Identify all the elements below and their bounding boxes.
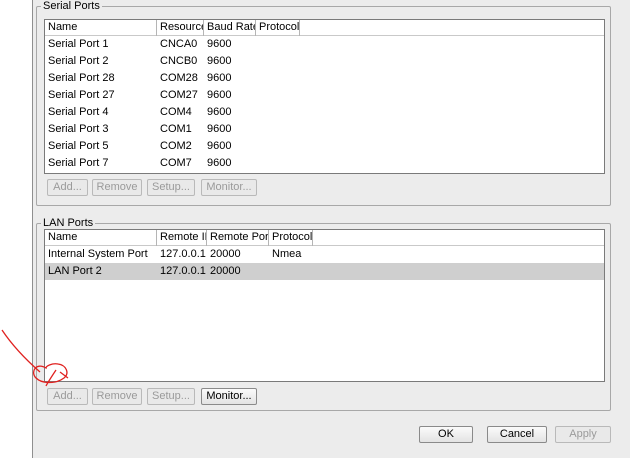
lan-ports-list[interactable]: Name Remote IP Remote Port Protocol Inte… bbox=[44, 229, 605, 382]
lan-monitor-button[interactable]: Monitor... bbox=[201, 388, 257, 405]
column-header-baud-rate[interactable]: Baud Rate bbox=[204, 20, 256, 36]
cell-protocol bbox=[256, 53, 300, 70]
table-row[interactable]: Serial Port 7 COM7 9600 bbox=[45, 155, 604, 172]
ports-dialog: Serial Ports Name Resource Baud Rate Pro… bbox=[32, 0, 630, 458]
column-header-resource[interactable]: Resource bbox=[157, 20, 204, 36]
lan-setup-button[interactable]: Setup... bbox=[147, 388, 195, 405]
cell-name: Serial Port 28 bbox=[48, 72, 115, 84]
cell-baud-rate: 9600 bbox=[207, 157, 232, 169]
cell-baud-rate: 9600 bbox=[207, 140, 232, 152]
serial-setup-button[interactable]: Setup... bbox=[147, 179, 195, 196]
table-row[interactable]: Serial Port 27 COM27 9600 bbox=[45, 87, 604, 104]
table-row-selected[interactable]: LAN Port 2 127.0.0.1 20000 bbox=[45, 263, 604, 280]
cell-protocol bbox=[256, 104, 300, 121]
cell-name: Serial Port 7 bbox=[48, 157, 109, 169]
serial-ports-list[interactable]: Name Resource Baud Rate Protocol Serial … bbox=[44, 19, 605, 174]
table-row[interactable]: Serial Port 4 COM4 9600 bbox=[45, 104, 604, 121]
table-row[interactable]: Serial Port 3 COM1 9600 bbox=[45, 121, 604, 138]
cell-resource: COM1 bbox=[160, 123, 192, 135]
cell-name: Serial Port 2 bbox=[48, 55, 109, 67]
cell-resource: CNCB0 bbox=[160, 55, 198, 67]
column-header-name[interactable]: Name bbox=[45, 230, 157, 246]
cell-baud-rate: 9600 bbox=[207, 38, 232, 50]
cell-remote-ip: 127.0.0.1 bbox=[160, 265, 206, 277]
table-row[interactable]: Internal System Port 127.0.0.1 20000 Nme… bbox=[45, 246, 604, 263]
column-header-protocol[interactable]: Protocol bbox=[269, 230, 313, 246]
cell-resource: COM27 bbox=[160, 89, 198, 101]
cell-resource: COM7 bbox=[160, 157, 192, 169]
cell-protocol: Nmea bbox=[272, 248, 302, 260]
cell-protocol bbox=[256, 138, 300, 155]
cell-protocol bbox=[256, 155, 300, 172]
cell-name: Serial Port 1 bbox=[48, 38, 109, 50]
lan-add-button[interactable]: Add... bbox=[47, 388, 88, 405]
lan-ports-header: Name Remote IP Remote Port Protocol bbox=[45, 230, 604, 246]
serial-remove-button[interactable]: Remove bbox=[92, 179, 142, 196]
table-row[interactable]: Serial Port 5 COM2 9600 bbox=[45, 138, 604, 155]
cell-baud-rate: 9600 bbox=[207, 89, 232, 101]
serial-ports-header: Name Resource Baud Rate Protocol bbox=[45, 20, 604, 36]
cancel-button[interactable]: Cancel bbox=[487, 426, 547, 443]
cell-protocol bbox=[256, 87, 300, 104]
serial-ports-title: Serial Ports bbox=[41, 0, 102, 12]
serial-add-button[interactable]: Add... bbox=[47, 179, 88, 196]
cell-remote-port: 20000 bbox=[210, 265, 241, 277]
cell-resource: COM4 bbox=[160, 106, 192, 118]
cell-resource: COM2 bbox=[160, 140, 192, 152]
cell-protocol bbox=[256, 36, 300, 53]
cell-name: Serial Port 3 bbox=[48, 123, 109, 135]
cell-baud-rate: 9600 bbox=[207, 55, 232, 67]
cell-baud-rate: 9600 bbox=[207, 106, 232, 118]
cell-protocol bbox=[256, 121, 300, 138]
cell-resource: CNCA0 bbox=[160, 38, 198, 50]
cell-name: Internal System Port bbox=[48, 248, 148, 260]
column-header-remote-port[interactable]: Remote Port bbox=[207, 230, 269, 246]
table-row[interactable]: Serial Port 2 CNCB0 9600 bbox=[45, 53, 604, 70]
cell-name: Serial Port 27 bbox=[48, 89, 115, 101]
column-header-protocol[interactable]: Protocol bbox=[256, 20, 300, 36]
apply-button[interactable]: Apply bbox=[555, 426, 611, 443]
cell-name: Serial Port 5 bbox=[48, 140, 109, 152]
cell-name: LAN Port 2 bbox=[48, 265, 102, 277]
lan-remove-button[interactable]: Remove bbox=[92, 388, 142, 405]
cell-baud-rate: 9600 bbox=[207, 72, 232, 84]
column-header-name[interactable]: Name bbox=[45, 20, 157, 36]
cell-name: Serial Port 4 bbox=[48, 106, 109, 118]
serial-monitor-button[interactable]: Monitor... bbox=[201, 179, 257, 196]
cell-resource: COM28 bbox=[160, 72, 198, 84]
table-row[interactable]: Serial Port 1 CNCA0 9600 bbox=[45, 36, 604, 53]
table-row[interactable]: Serial Port 28 COM28 9600 bbox=[45, 70, 604, 87]
lan-ports-title: LAN Ports bbox=[41, 217, 96, 229]
cell-protocol bbox=[269, 263, 313, 280]
serial-ports-group: Serial Ports Name Resource Baud Rate Pro… bbox=[36, 0, 611, 206]
cell-remote-ip: 127.0.0.1 bbox=[160, 248, 206, 260]
lan-ports-group: LAN Ports Name Remote IP Remote Port Pro… bbox=[36, 217, 611, 411]
cell-baud-rate: 9600 bbox=[207, 123, 232, 135]
column-header-remote-ip[interactable]: Remote IP bbox=[157, 230, 207, 246]
ok-button[interactable]: OK bbox=[419, 426, 473, 443]
cell-remote-port: 20000 bbox=[210, 248, 241, 260]
cell-protocol bbox=[256, 70, 300, 87]
